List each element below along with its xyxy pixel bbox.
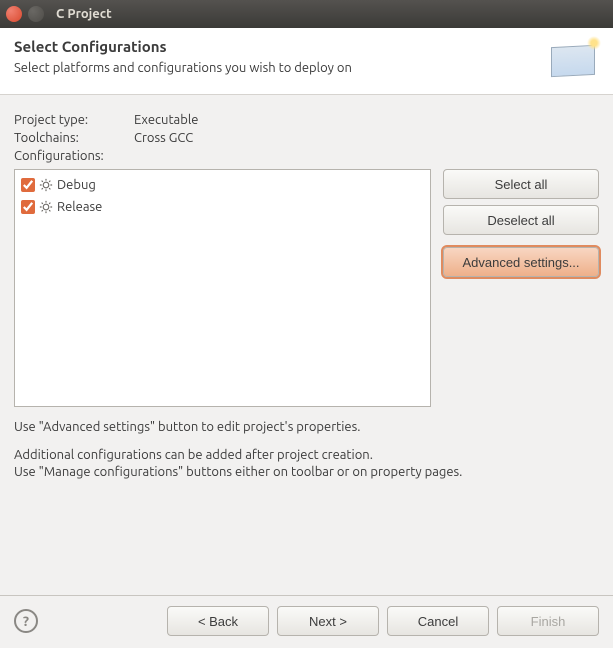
select-all-button[interactable]: Select all [443,169,599,199]
hint-line1: Use "Advanced settings" button to edit p… [14,419,599,437]
deselect-all-button[interactable]: Deselect all [443,205,599,235]
config-item[interactable]: Release [21,196,424,218]
main-panel: Project type: Executable Toolchains: Cro… [0,95,613,407]
configurations-list[interactable]: Debug Release [14,169,431,407]
cancel-button[interactable]: Cancel [387,606,489,636]
toolchains-label: Toolchains: [14,131,134,145]
config-item[interactable]: Debug [21,174,424,196]
config-checkbox[interactable] [21,200,35,214]
configurations-label: Configurations: [14,149,134,163]
finish-button[interactable]: Finish [497,606,599,636]
footer: ? < Back Next > Cancel Finish [0,595,613,648]
hint-line3: Use "Manage configurations" buttons eith… [14,465,462,479]
config-checkbox[interactable] [21,178,35,192]
minimize-icon[interactable] [28,6,44,22]
info-grid: Project type: Executable Toolchains: Cro… [14,113,599,163]
window-title: C Project [56,7,112,21]
hint-lines23: Additional configurations can be added a… [14,447,599,482]
gear-icon [39,178,53,192]
banner: Select Configurations Select platforms a… [0,28,613,95]
config-label: Debug [57,178,96,192]
config-row: Debug Release Select all Deselect all Adv… [14,169,599,407]
config-label: Release [57,200,102,214]
advanced-settings-button[interactable]: Advanced settings... [443,247,599,277]
project-type-label: Project type: [14,113,134,127]
banner-heading: Select Configurations [14,38,352,55]
toolchains-value: Cross GCC [134,131,599,145]
titlebar: C Project [0,0,613,28]
hint-line2: Additional configurations can be added a… [14,448,373,462]
side-buttons: Select all Deselect all Advanced setting… [443,169,599,277]
gear-icon [39,200,53,214]
banner-subheading: Select platforms and configurations you … [14,61,352,75]
banner-text: Select Configurations Select platforms a… [14,38,352,75]
help-icon[interactable]: ? [14,609,38,633]
back-button[interactable]: < Back [167,606,269,636]
wizard-icon [547,38,599,80]
project-type-value: Executable [134,113,599,127]
close-icon[interactable] [6,6,22,22]
next-button[interactable]: Next > [277,606,379,636]
dialog-content: Select Configurations Select platforms a… [0,28,613,648]
hint-text: Use "Advanced settings" button to edit p… [14,419,599,482]
